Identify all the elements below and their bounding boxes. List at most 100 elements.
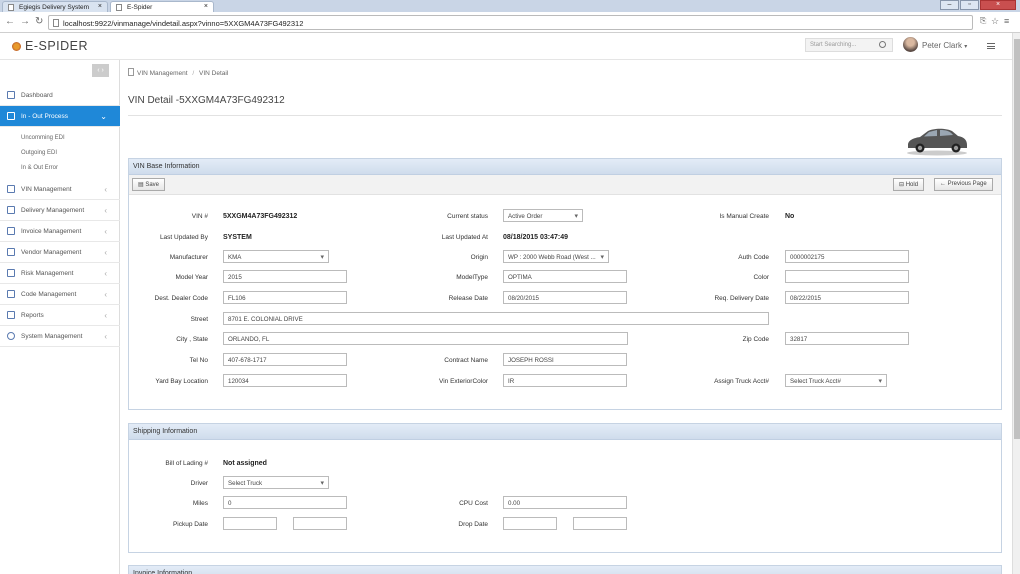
cpu-cost-input[interactable]: 0.00 — [503, 496, 627, 509]
close-icon[interactable]: × — [98, 3, 102, 10]
hold-button[interactable]: ⊟ Hold — [893, 178, 925, 191]
cart-icon — [7, 206, 15, 214]
back-icon[interactable]: ← — [5, 16, 15, 27]
req-delivery-date-label: Req. Delivery Date — [714, 295, 769, 302]
zip-code-input[interactable]: 32817 — [785, 332, 909, 345]
bookmark-star-icon[interactable]: ☆ — [991, 16, 999, 27]
close-window-button[interactable]: × — [980, 0, 1016, 10]
search-icon[interactable] — [879, 41, 886, 48]
release-date-input[interactable]: 08/20/2015 — [503, 291, 627, 304]
dealer-code-label: Dest. Dealer Code — [154, 295, 208, 302]
page-title: VIN Detail -5XXGM4A73FG492312 — [128, 95, 285, 106]
street-input[interactable]: 8701 E. COLONIAL DRIVE — [223, 312, 769, 325]
logo[interactable]: E-SPIDER — [12, 39, 88, 53]
chevron-left-icon: ‹ — [104, 311, 107, 320]
current-status-select[interactable]: Active Order — [503, 209, 583, 222]
last-updated-by-value: SYSTEM — [223, 234, 252, 241]
truck-icon — [7, 248, 15, 256]
bol-value: Not assigned — [223, 460, 267, 467]
assign-truck-label: Assign Truck Acct# — [714, 378, 769, 385]
bol-label: Bill of Lading # — [165, 460, 208, 467]
save-button[interactable]: ▤ Save — [132, 178, 166, 191]
breadcrumb-vin-management[interactable]: VIN Management — [137, 70, 188, 77]
restore-button[interactable]: ▫ — [960, 0, 979, 10]
user-menu[interactable]: Peter Clark ▾ — [922, 41, 967, 50]
current-status-label: Current status — [447, 213, 488, 220]
avatar[interactable] — [903, 37, 918, 52]
auth-code-input[interactable]: 0000002175 — [785, 250, 909, 263]
breadcrumb: VIN Management / VIN Detail — [128, 68, 228, 77]
model-type-input[interactable]: OPTIMA — [503, 270, 627, 283]
browser-tab-delivery[interactable]: Egiegis Delivery System × — [2, 1, 108, 12]
arrow-left-icon: ← — [940, 181, 946, 187]
sidebar-item-risk-management[interactable]: Risk Management ‹ — [0, 263, 120, 284]
minimize-button[interactable]: – — [940, 0, 959, 10]
contract-name-label: Contract Name — [444, 357, 488, 364]
tel-label: Tel No — [189, 357, 208, 364]
drop-date-from-input[interactable] — [503, 517, 557, 530]
scrollbar[interactable] — [1012, 33, 1020, 574]
save-icon: ▤ — [138, 182, 144, 188]
last-updated-by-label: Last Updated By — [159, 234, 208, 241]
origin-select[interactable]: WP : 2000 Webb Road (West ... — [503, 250, 609, 263]
menu-icon[interactable]: ≡ — [1004, 16, 1009, 26]
sidebar-item-delivery-management[interactable]: Delivery Management ‹ — [0, 200, 120, 221]
scrollbar-thumb[interactable] — [1014, 39, 1020, 439]
street-label: Street — [190, 316, 208, 323]
translate-icon[interactable]: ⎘ — [980, 16, 986, 26]
vin-base-panel: VIN Base Information ▤ Save ⊟ Hold ← Pre… — [128, 158, 1002, 410]
search-input[interactable]: Start Searching... — [805, 38, 893, 52]
manufacturer-select[interactable]: KMA — [223, 250, 329, 263]
sidebar-item-in-out-process[interactable]: In - Out Process ⌄ — [0, 106, 126, 127]
forward-icon[interactable]: → — [20, 16, 30, 27]
dealer-code-input[interactable]: FL106 — [223, 291, 347, 304]
contract-name-input[interactable]: JOSEPH ROSSI — [503, 353, 627, 366]
pickup-date-from-input[interactable] — [223, 517, 277, 530]
close-icon[interactable]: × — [204, 3, 208, 10]
chevron-left-icon: ‹ — [104, 290, 107, 299]
sidebar-sub-outgoing-edi[interactable]: Outgoing EDI — [21, 150, 57, 156]
sidebar-collapse-button[interactable]: ‹ › — [92, 64, 109, 77]
page-icon — [53, 19, 59, 27]
browser-tab-espider[interactable]: E-Spider × — [110, 1, 214, 12]
pickup-date-to-input[interactable] — [293, 517, 347, 530]
reload-icon[interactable]: ↻ — [35, 16, 43, 27]
last-updated-at-value: 08/18/2015 03:47:49 — [503, 234, 568, 241]
sidebar-item-dashboard[interactable]: Dashboard — [0, 85, 120, 106]
origin-label: Origin — [470, 254, 488, 261]
tel-input[interactable]: 407-678-1717 — [223, 353, 347, 366]
exterior-color-label: Vin ExteriorColor — [438, 378, 488, 385]
sidebar-sub-incoming-edi[interactable]: Uncomming EDI — [21, 135, 65, 141]
color-input[interactable] — [785, 270, 909, 283]
url-bar[interactable]: localhost:9922/vinmanage/vindetail.aspx?… — [48, 15, 973, 30]
model-year-input[interactable]: 2015 — [223, 270, 347, 283]
panel-header: Invoice Information — [129, 566, 1001, 574]
zip-code-label: Zip Code — [742, 336, 769, 343]
shipping-panel: Shipping Information Bill of Lading # No… — [128, 423, 1002, 553]
sidebar-item-invoice-management[interactable]: Invoice Management ‹ — [0, 221, 120, 242]
sidebar-sub-in-out-error[interactable]: In & Out Error — [21, 165, 58, 171]
browser-chrome: Egiegis Delivery System × E-Spider × – ▫ ×… — [0, 0, 1020, 33]
sidebar-item-vin-management[interactable]: VIN Management ‹ — [0, 179, 120, 200]
report-icon — [7, 311, 15, 319]
yard-bay-input[interactable]: 120034 — [223, 374, 347, 387]
hamburger-icon[interactable] — [987, 43, 995, 49]
req-delivery-date-input[interactable]: 08/22/2015 — [785, 291, 909, 304]
breadcrumb-current: VIN Detail — [199, 70, 229, 77]
hold-icon: ⊟ — [899, 182, 905, 188]
city-state-input[interactable]: ORLANDO, FL — [223, 332, 628, 345]
exterior-color-input[interactable]: IR — [503, 374, 627, 387]
driver-select[interactable]: Select Truck — [223, 476, 329, 489]
sidebar-item-code-management[interactable]: Code Management ‹ — [0, 284, 120, 305]
sidebar-item-system-management[interactable]: System Management ‹ — [0, 326, 120, 347]
vin-icon — [7, 185, 15, 193]
drop-date-to-input[interactable] — [573, 517, 627, 530]
sidebar-item-vendor-management[interactable]: Vendor Management ‹ — [0, 242, 120, 263]
auth-code-label: Auth Code — [738, 254, 769, 261]
sidebar-item-reports[interactable]: Reports ‹ — [0, 305, 120, 326]
pickup-date-label: Pickup Date — [172, 521, 208, 528]
previous-page-button[interactable]: ← Previous Page — [934, 178, 993, 191]
assign-truck-select[interactable]: Select Truck Acct# — [785, 374, 887, 387]
manual-create-value: No — [785, 213, 795, 220]
miles-input[interactable]: 0 — [223, 496, 347, 509]
